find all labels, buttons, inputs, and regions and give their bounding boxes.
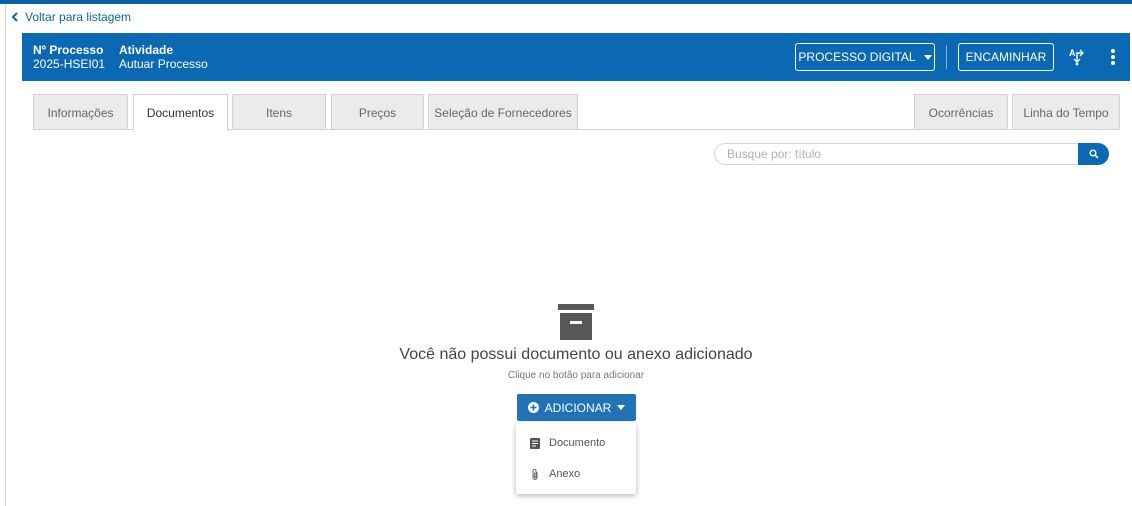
add-dropdown-menu: Documento Anexo bbox=[516, 423, 636, 494]
menu-item-anexo[interactable]: Anexo bbox=[516, 459, 636, 489]
plus-circle-icon bbox=[527, 402, 539, 413]
process-number-label: Nº Processo bbox=[33, 43, 104, 57]
menu-item-documento[interactable]: Documento bbox=[516, 428, 636, 458]
processo-digital-label: PROCESSO DIGITAL bbox=[798, 50, 916, 64]
tab-linha-do-tempo[interactable]: Linha do Tempo bbox=[1012, 94, 1120, 130]
encaminhar-button[interactable]: ENCAMINHAR bbox=[958, 43, 1054, 71]
menu-item-label: Anexo bbox=[549, 468, 581, 480]
back-link-label: Voltar para listagem bbox=[25, 10, 132, 24]
tab-label: Documentos bbox=[146, 106, 215, 120]
process-number-value: 2025-HSEI01 bbox=[33, 57, 106, 71]
empty-state-subtitle: Clique no botão para adicionar bbox=[507, 370, 645, 381]
archive-box-icon bbox=[558, 304, 594, 340]
activity-label: Atividade bbox=[119, 43, 174, 57]
search-button[interactable] bbox=[1078, 143, 1109, 165]
left-border bbox=[5, 4, 6, 506]
add-button[interactable]: ADICIONAR bbox=[517, 394, 636, 421]
top-accent-strip bbox=[0, 0, 1132, 4]
tab-itens[interactable]: Itens bbox=[232, 94, 326, 130]
paperclip-icon bbox=[532, 468, 538, 480]
process-header: Nº Processo 2025-HSEI01 Atividade Autuar… bbox=[22, 33, 1130, 81]
tab-label: Linha do Tempo bbox=[1023, 105, 1109, 120]
tab-label: Itens bbox=[265, 105, 292, 120]
processo-digital-dropdown[interactable]: PROCESSO DIGITAL bbox=[795, 43, 935, 71]
caret-down-icon bbox=[923, 54, 932, 60]
process-number-field: Nº Processo 2025-HSEI01 bbox=[33, 43, 105, 71]
menu-item-label: Documento bbox=[549, 437, 606, 449]
tab-ocorrencias[interactable]: Ocorrências bbox=[914, 94, 1008, 130]
tab-precos[interactable]: Preços bbox=[331, 94, 424, 130]
search-icon bbox=[1088, 149, 1099, 159]
route-flow-icon[interactable]: A bbox=[1068, 47, 1086, 67]
activity-value: Autuar Processo bbox=[119, 57, 208, 71]
search-input[interactable] bbox=[714, 143, 1084, 165]
tab-label: Seleção de Fornecedores bbox=[434, 105, 572, 120]
tab-label: Ocorrências bbox=[928, 105, 994, 120]
chevron-left-icon bbox=[11, 12, 18, 22]
back-to-list-link[interactable]: Voltar para listagem bbox=[11, 10, 131, 24]
activity-field: Atividade Autuar Processo bbox=[119, 43, 208, 71]
empty-state-title: Você não possui documento ou anexo adici… bbox=[399, 346, 753, 363]
svg-text:A: A bbox=[1069, 48, 1076, 58]
header-divider bbox=[946, 45, 947, 69]
caret-down-icon bbox=[617, 405, 626, 410]
tab-documentos[interactable]: Documentos bbox=[133, 94, 228, 131]
add-button-label: ADICIONAR bbox=[544, 400, 612, 415]
tab-label: Informações bbox=[47, 105, 114, 120]
encaminhar-label: ENCAMINHAR bbox=[965, 50, 1047, 64]
more-options-icon[interactable] bbox=[1110, 48, 1116, 66]
tab-selecao-fornecedores[interactable]: Seleção de Fornecedores bbox=[428, 94, 578, 130]
tab-informacoes[interactable]: Informações bbox=[33, 94, 128, 130]
document-icon bbox=[530, 437, 540, 449]
tab-label: Preços bbox=[358, 105, 397, 120]
